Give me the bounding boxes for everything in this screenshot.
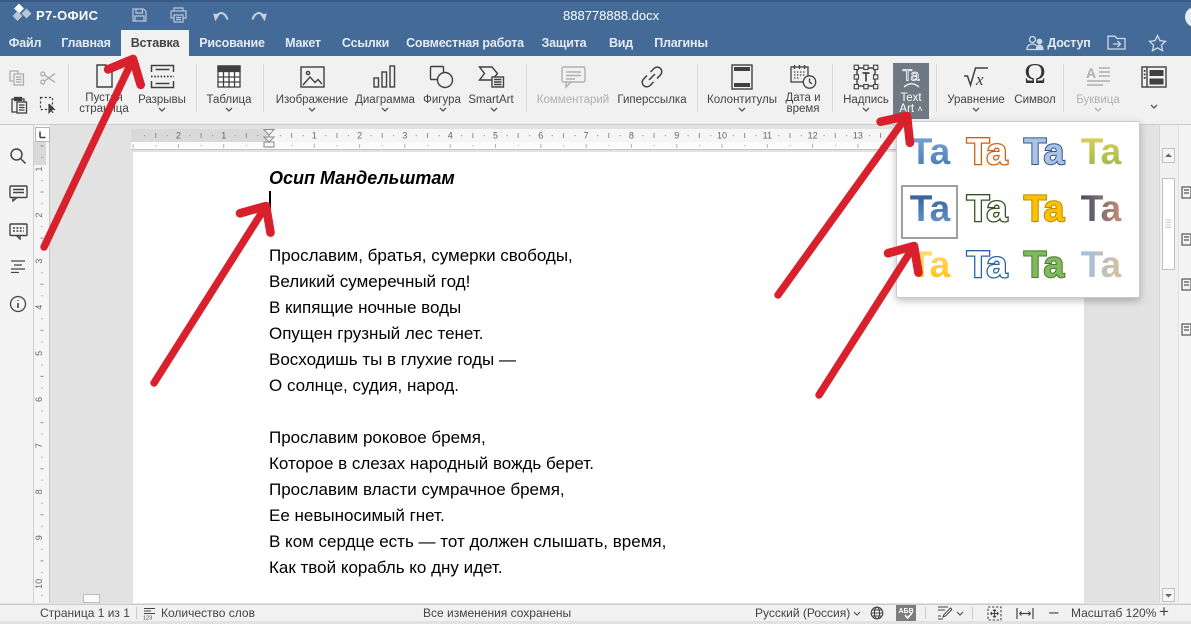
- svg-text:3: 3: [402, 131, 407, 141]
- svg-text:9: 9: [34, 535, 44, 540]
- svg-text:Ta: Ta: [1024, 244, 1065, 285]
- svg-text:10: 10: [717, 131, 727, 141]
- svg-text:А: А: [1086, 66, 1096, 81]
- svg-text:x: x: [975, 70, 984, 88]
- svg-text:Ta: Ta: [967, 244, 1008, 285]
- svg-text:13: 13: [853, 131, 863, 141]
- svg-text:123: 123: [143, 616, 152, 621]
- svg-text:6: 6: [538, 131, 543, 141]
- svg-text:4: 4: [34, 305, 44, 310]
- svg-text:Ta: Ta: [967, 131, 1008, 172]
- svg-text:10: 10: [34, 579, 44, 589]
- svg-text:8: 8: [34, 489, 44, 494]
- svg-text:2: 2: [357, 131, 362, 141]
- svg-text:Ta: Ta: [1081, 244, 1122, 285]
- svg-text:5: 5: [34, 351, 44, 356]
- svg-text:Ta: Ta: [910, 244, 951, 285]
- svg-text:9: 9: [674, 131, 679, 141]
- svg-text:1: 1: [312, 131, 317, 141]
- svg-text:Ta: Ta: [910, 188, 951, 229]
- svg-text:1: 1: [221, 131, 226, 141]
- svg-text:12: 12: [808, 131, 818, 141]
- svg-text:Ta: Ta: [967, 188, 1008, 229]
- svg-text:3: 3: [34, 259, 44, 264]
- svg-text:Ta: Ta: [910, 131, 951, 172]
- svg-text:2: 2: [176, 131, 181, 141]
- svg-text:1: 1: [34, 166, 44, 171]
- svg-text:11: 11: [763, 131, 772, 141]
- svg-text:2: 2: [34, 213, 44, 218]
- svg-text:4: 4: [448, 131, 453, 141]
- svg-text:7: 7: [34, 443, 44, 448]
- svg-text:Ta: Ta: [1024, 188, 1065, 229]
- svg-text:Ta: Ta: [1081, 188, 1122, 229]
- svg-text:Ta: Ta: [1081, 131, 1122, 172]
- svg-text:Ta: Ta: [1024, 131, 1065, 172]
- svg-text:5: 5: [493, 131, 498, 141]
- svg-text:8: 8: [629, 131, 634, 141]
- svg-text:Ta: Ta: [903, 68, 920, 85]
- svg-text:6: 6: [34, 397, 44, 402]
- svg-text:7: 7: [584, 131, 589, 141]
